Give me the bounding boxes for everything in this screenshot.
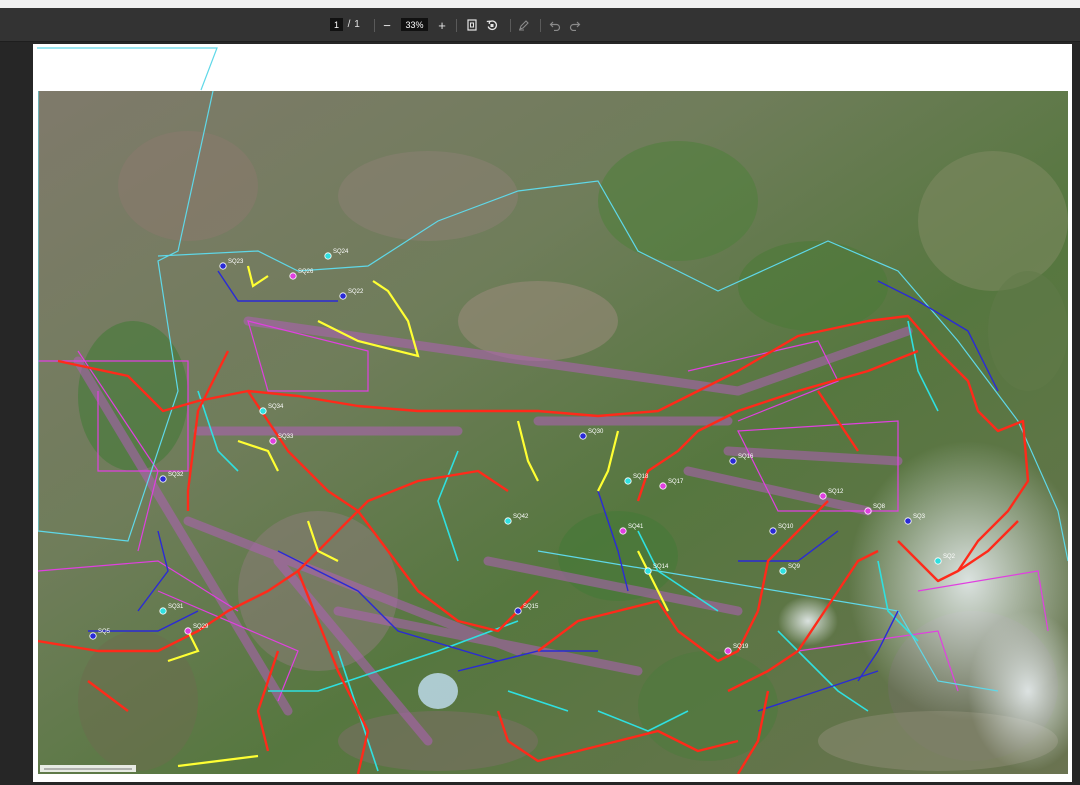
site-marker-label: SQ42 <box>513 514 529 520</box>
browser-top-strip <box>0 0 1080 8</box>
toolbar-divider <box>374 19 375 32</box>
satellite-map-image: SQ23 SQ24 SQ26 SQ22 SQ34 SQ33 SQ32 SQ42 SQ41 SQ30… <box>38 91 1068 774</box>
site-marker-label: SQ41 <box>628 524 644 530</box>
site-marker-label: SQ30 <box>588 429 604 435</box>
undo-icon <box>549 21 561 31</box>
site-marker-label: SQ5 <box>98 629 111 635</box>
undo-button[interactable] <box>547 16 563 34</box>
site-marker-label: SQ33 <box>278 434 294 440</box>
site-marker-label: SQ22 <box>348 289 364 295</box>
fit-page-button[interactable] <box>464 16 480 34</box>
site-marker-label: SQ10 <box>778 524 794 530</box>
pdf-toolbar: 1 / 1 − 33% + <box>0 8 1080 42</box>
highlight-pen-icon <box>519 20 529 31</box>
total-pages: 1 <box>354 19 360 30</box>
site-marker-label: SQ18 <box>633 474 649 480</box>
boundary-corner <box>37 47 218 91</box>
scale-bar <box>40 765 136 772</box>
site-marker-label: SQ14 <box>653 564 669 570</box>
site-marker-label: SQ8 <box>873 504 886 510</box>
site-marker-label: SQ2 <box>943 554 956 560</box>
redo-button[interactable] <box>567 16 583 34</box>
site-marker-label: SQ26 <box>298 269 314 275</box>
site-marker-label: SQ19 <box>733 644 749 650</box>
zoom-out-button[interactable]: − <box>379 16 395 34</box>
site-marker-label: SQ3 <box>913 514 926 520</box>
toolbar-divider <box>540 19 541 32</box>
site-marker-label: SQ23 <box>228 259 244 265</box>
site-marker-label: SQ15 <box>523 604 539 610</box>
site-marker-label: SQ16 <box>738 454 754 460</box>
pdf-page: SQ23 SQ24 SQ26 SQ22 SQ34 SQ33 SQ32 SQ42 SQ41 SQ30… <box>33 44 1072 782</box>
site-marker-label: SQ17 <box>668 479 684 485</box>
site-marker-label: SQ31 <box>168 604 184 610</box>
current-page-input[interactable]: 1 <box>330 18 343 31</box>
highlight-button[interactable] <box>516 16 532 34</box>
site-marker-label: SQ12 <box>828 489 844 495</box>
site-marker-label: SQ34 <box>268 404 284 410</box>
site-marker-label: SQ24 <box>333 249 349 255</box>
rotate-icon <box>486 20 498 31</box>
site-marker-label: SQ9 <box>788 564 801 570</box>
toolbar-divider <box>510 19 511 32</box>
fit-page-icon <box>467 19 477 31</box>
zoom-in-button[interactable]: + <box>434 16 450 34</box>
toolbar-divider <box>456 19 457 32</box>
redo-icon <box>569 21 581 31</box>
site-marker-label: SQ32 <box>168 472 184 478</box>
rotate-button[interactable] <box>484 16 500 34</box>
site-marker-label: SQ29 <box>193 624 209 630</box>
zoom-level-input[interactable]: 33% <box>401 18 428 31</box>
